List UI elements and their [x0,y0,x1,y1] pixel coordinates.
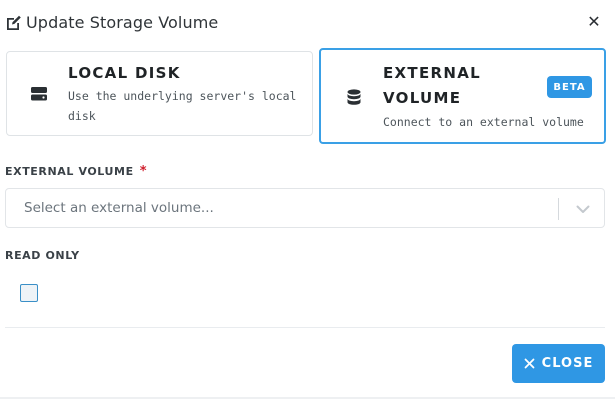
external-volume-label-text: EXTERNAL VOLUME [5,165,134,178]
local-disk-title: LOCAL DISK [68,64,181,82]
close-icon [524,358,535,369]
close-button[interactable]: CLOSE [512,344,605,383]
external-volume-label: EXTERNAL VOLUME * [5,164,147,179]
external-volume-description: Connect to an external volume [383,115,584,129]
external-volume-title-line2: VOLUME [383,89,462,107]
local-disk-description-line1: Use the underlying server's local [68,89,297,103]
dialog-header: Update Storage Volume ✕ [5,10,605,34]
hard-drive-icon [29,85,49,103]
close-button-label: CLOSE [541,356,594,371]
required-marker: * [139,164,148,179]
select-separator [558,198,559,220]
chevron-down-icon[interactable] [574,201,592,217]
beta-badge: BETA [547,76,592,98]
external-volume-title-line1: EXTERNAL [383,64,481,82]
update-storage-volume-dialog: Update Storage Volume ✕ LOCAL DISK Use t… [0,0,615,399]
external-volume-select-placeholder: Select an external volume... [24,200,214,216]
external-volume-option[interactable]: EXTERNAL VOLUME Connect to an external v… [319,48,606,144]
dialog-title: Update Storage Volume [26,12,219,32]
close-icon[interactable]: ✕ [585,11,603,31]
local-disk-option[interactable]: LOCAL DISK Use the underlying server's l… [6,51,313,136]
database-icon [346,88,362,106]
read-only-label: READ ONLY [5,249,80,262]
footer-divider [5,327,605,328]
edit-icon [5,14,22,31]
read-only-checkbox[interactable] [20,284,38,302]
local-disk-description-line2: disk [68,109,96,123]
external-volume-select[interactable]: Select an external volume... [5,188,605,228]
